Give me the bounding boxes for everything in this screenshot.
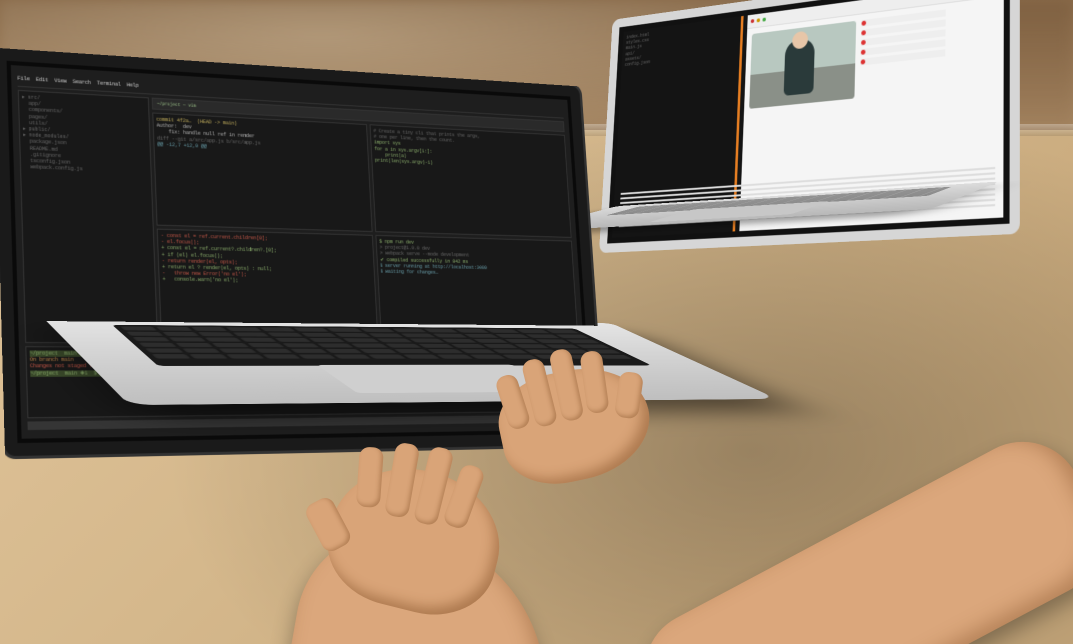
menu-item: View [54, 77, 66, 85]
code-line: ▸ public/ [23, 126, 146, 138]
foreground-laptop: File Edit View Search Terminal Help ▸ sr… [0, 45, 650, 644]
background-laptop: index.html styles.css main.js api/ asset… [592, 0, 1020, 366]
code-line: README.md [24, 145, 148, 157]
list-item [861, 49, 946, 65]
code-line: .gitignore [24, 151, 148, 163]
finger [614, 371, 644, 420]
menu-item: Help [127, 82, 139, 90]
active-tab-label: ~/project — vim [157, 100, 196, 109]
menu-item: Search [73, 78, 91, 86]
menu-item: Terminal [97, 80, 121, 88]
file-tree-pane: ▸ src/ app/ components/ pages/ utils/▸ p… [18, 90, 158, 344]
list-item [861, 39, 946, 56]
devserver-pane: $ npm run dev> project@1.0.0 dev> webpac… [375, 235, 578, 345]
menu-item: File [17, 75, 30, 83]
git-log-pane: commit 4f2a… (HEAD -> main)Author: dev f… [152, 112, 372, 232]
code-line: webpack.config.js [24, 164, 148, 175]
list-item [861, 29, 946, 46]
photo-scene: index.html styles.css main.js api/ asset… [0, 0, 1073, 644]
tab-indicator-icon [751, 19, 754, 23]
code-line: app/ [22, 101, 145, 114]
script-pane: # Create a tiny cli that prints the args… [370, 124, 572, 238]
tab-indicator-icon [757, 18, 760, 22]
list-item [861, 9, 945, 26]
code-line: ▸ node_modules/ [23, 132, 146, 144]
code-line: components/ [22, 107, 145, 120]
code-line: package.json [23, 139, 146, 151]
code-line: tsconfig.json [24, 158, 148, 170]
video-thumbnail [749, 21, 856, 109]
tab-indicator-icon [762, 18, 765, 22]
list-item [861, 19, 945, 36]
code-line: pages/ [23, 113, 146, 126]
finger [356, 446, 384, 508]
code-line: utils/ [23, 120, 146, 133]
menu-item: Edit [36, 76, 49, 84]
code-line: ▸ src/ [22, 94, 145, 107]
